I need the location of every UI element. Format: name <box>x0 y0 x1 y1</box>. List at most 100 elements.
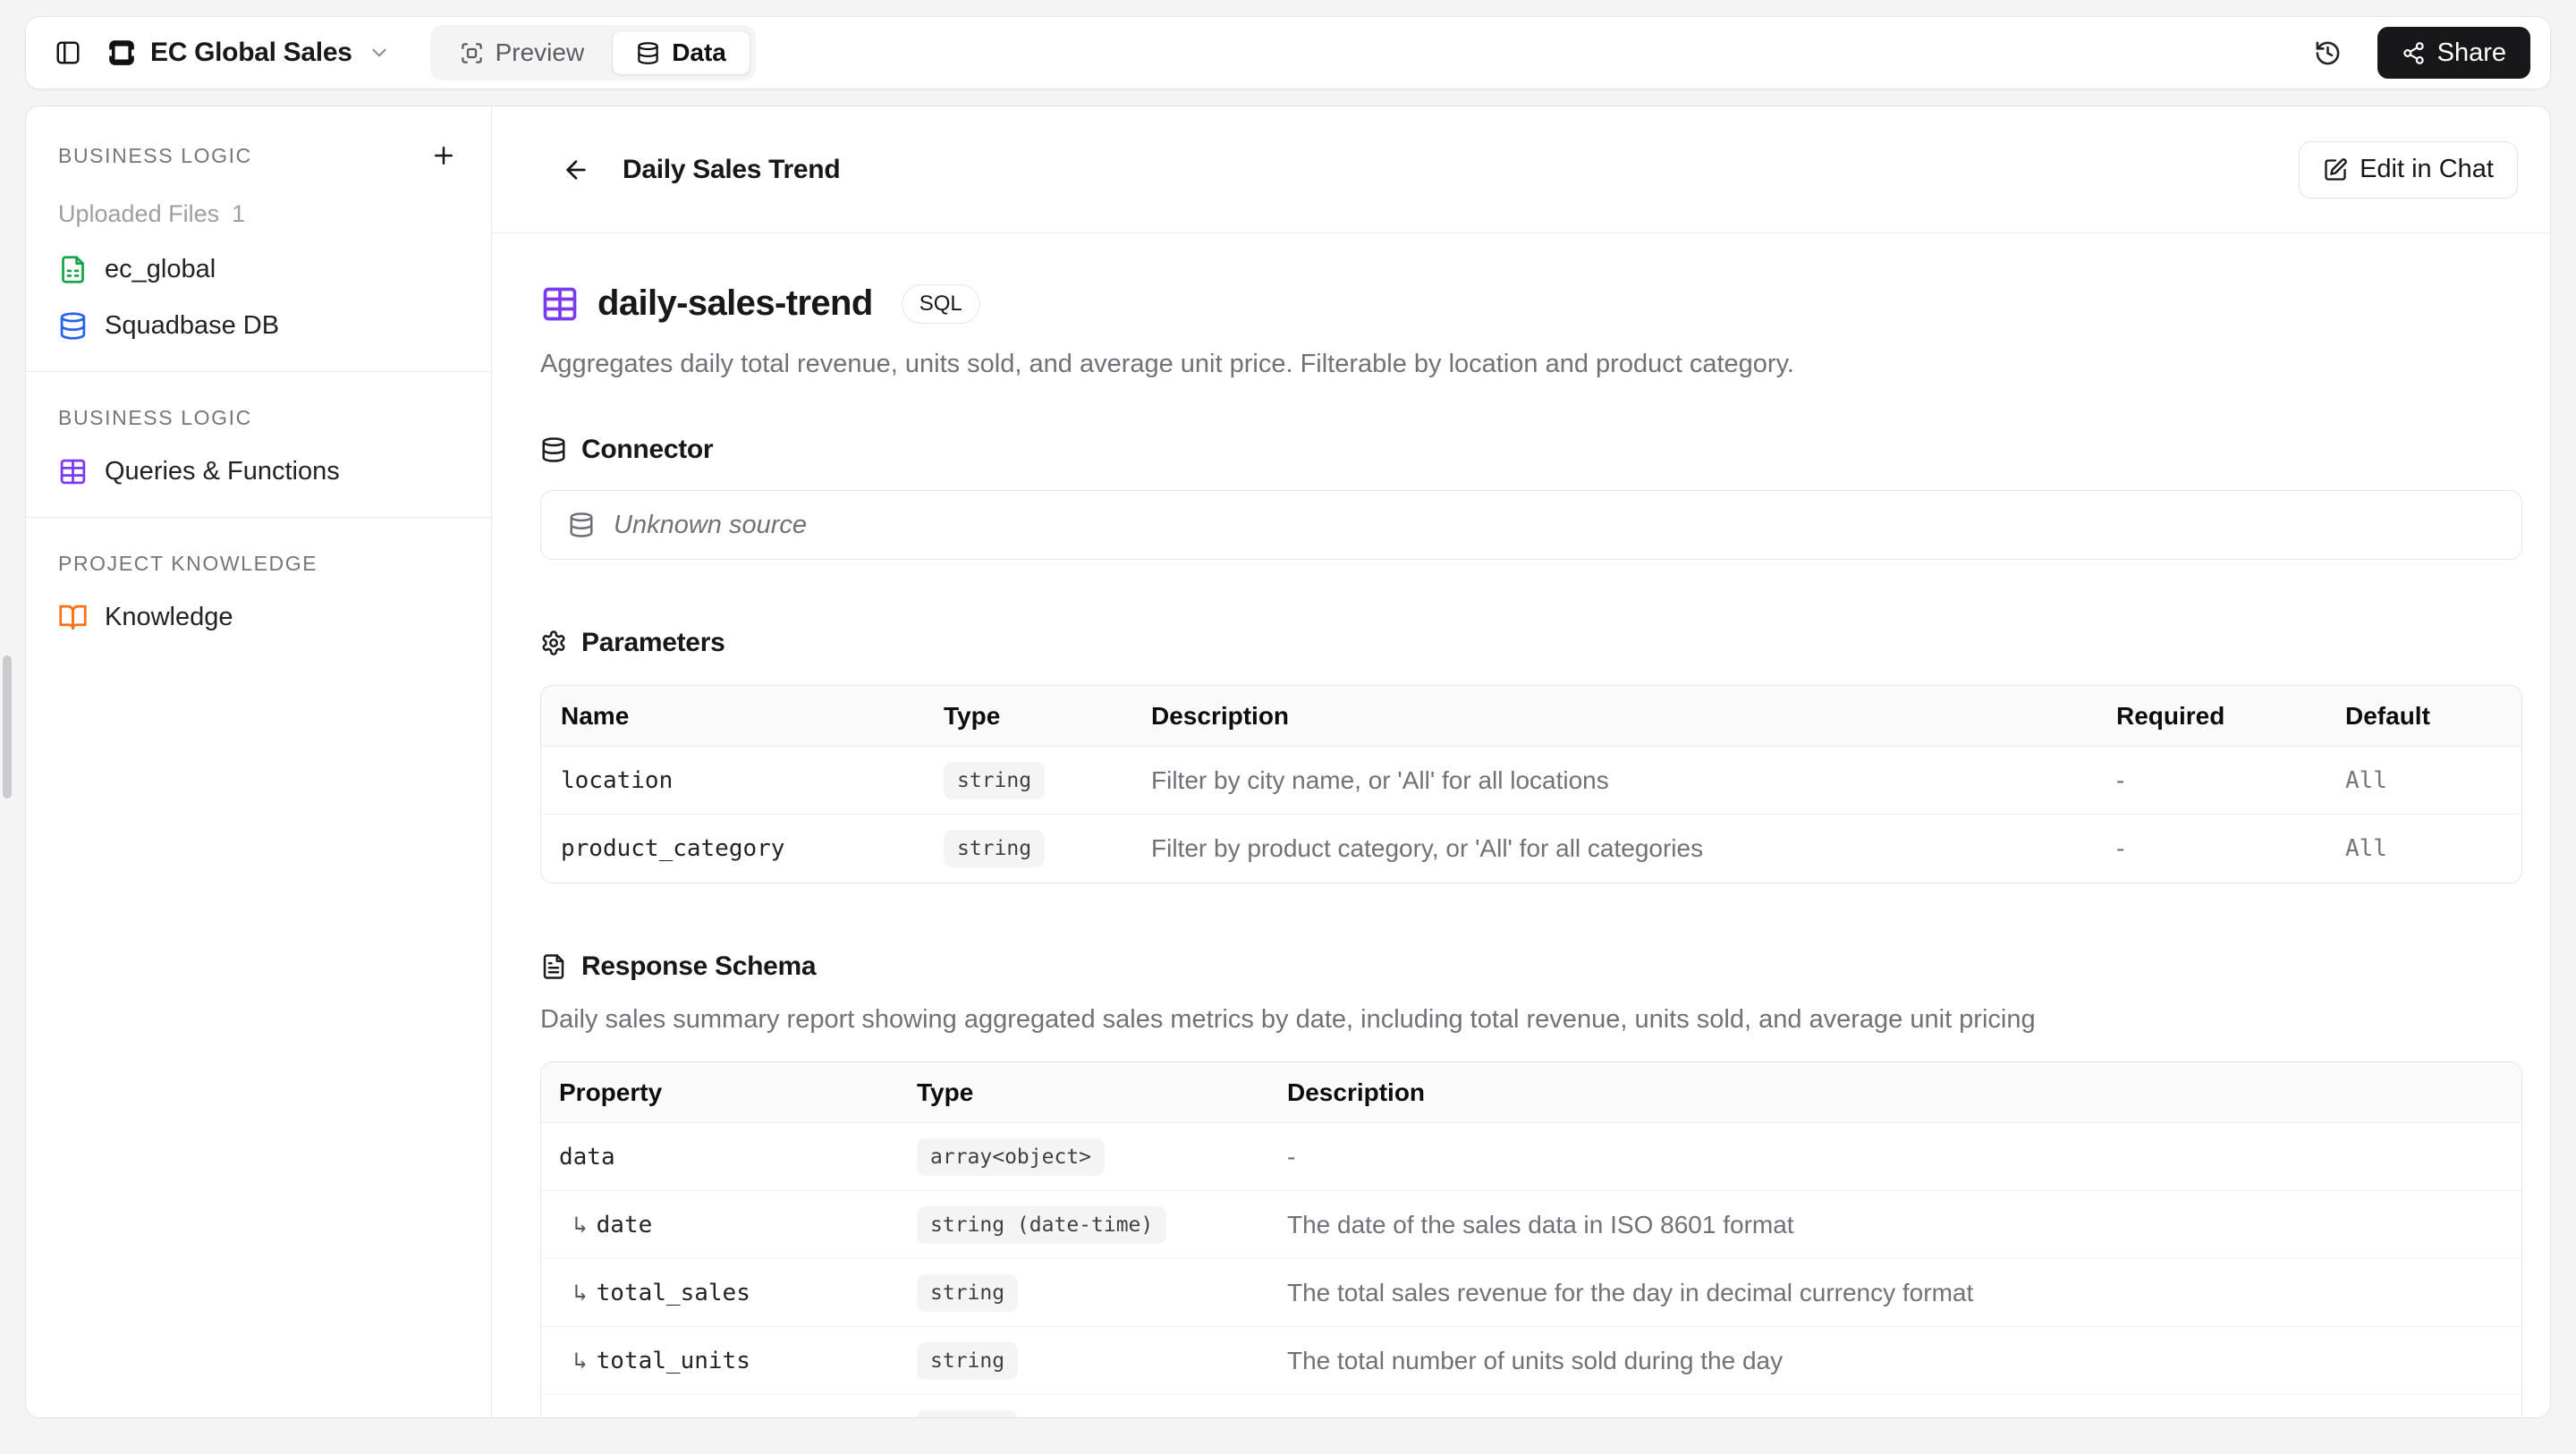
page-scrollbar[interactable] <box>3 655 12 799</box>
sidebar-section-data-sources: BUSINESS LOGIC Uploaded Files 1 ec_globa… <box>26 106 491 371</box>
response-schema-title: Response Schema <box>581 951 817 981</box>
nested-arrow-icon: ↳ <box>573 1211 588 1238</box>
response-schema-description: Daily sales summary report showing aggre… <box>540 1005 2036 1034</box>
share-button-label: Share <box>2436 38 2506 67</box>
tab-preview[interactable]: Preview <box>436 30 609 75</box>
response-schema-table-header: Property Type Description <box>541 1062 2521 1123</box>
sidebar-toggle-button[interactable] <box>49 34 87 72</box>
history-icon <box>2314 39 2342 67</box>
param-type-cell: string <box>944 761 1151 799</box>
sidebar-section-project-knowledge: PROJECT KNOWLEDGE Knowledge <box>26 517 491 663</box>
share-button[interactable]: Share <box>2377 27 2530 79</box>
parameters-table-header: Name Type Description Required Default <box>541 686 2521 747</box>
nested-arrow-icon: ↳ <box>573 1347 588 1374</box>
nested-arrow-icon: ↳ <box>573 1279 588 1306</box>
response-schema-table: Property Type Description data array<obj… <box>540 1061 2522 1417</box>
schema-description: The average price per unit sold on the d… <box>1287 1415 2521 1417</box>
table-icon <box>540 284 580 324</box>
edit-in-chat-label: Edit in Chat <box>2360 155 2494 183</box>
section-title: BUSINESS LOGIC <box>58 143 252 167</box>
column-header: Description <box>1287 1078 1426 1106</box>
parameters-table: Name Type Description Required Default l… <box>540 685 2522 883</box>
content-card: BUSINESS LOGIC Uploaded Files 1 ec_globa… <box>25 106 2551 1418</box>
param-description: Filter by city name, or 'All' for all lo… <box>1151 765 1609 794</box>
gear-icon <box>540 630 567 656</box>
type-badge: string <box>917 1341 1019 1380</box>
schema-type-cell: string <box>917 1410 1287 1417</box>
query-description: Aggregates daily total revenue, units so… <box>540 350 1794 378</box>
column-header: Type <box>944 701 1001 730</box>
response-schema-heading: Response Schema <box>540 951 2522 982</box>
table-row: data array<object> - <box>541 1123 2521 1191</box>
plus-icon <box>430 142 457 169</box>
book-open-icon <box>58 603 88 632</box>
file-text-icon <box>540 953 567 980</box>
uploaded-files-count: 1 <box>232 200 246 227</box>
panel-left-icon <box>55 39 81 66</box>
uploaded-files-group[interactable]: Uploaded Files 1 <box>58 200 459 228</box>
table-row: product_category string Filter by produc… <box>541 815 2521 883</box>
tab-data[interactable]: Data <box>612 30 750 75</box>
schema-property: ↳avg_unit_price <box>559 1416 917 1417</box>
column-header: Description <box>1151 701 1290 730</box>
type-badge: string <box>944 830 1046 867</box>
nested-arrow-icon: ↳ <box>573 1416 588 1417</box>
section-title: PROJECT KNOWLEDGE <box>58 552 318 575</box>
tab-preview-label: Preview <box>495 38 585 66</box>
database-icon <box>636 41 660 65</box>
edit-in-chat-button[interactable]: Edit in Chat <box>2299 140 2518 199</box>
parameters-title: Parameters <box>581 628 725 657</box>
sidebar-item-ec-global[interactable]: ec_global <box>58 255 459 284</box>
scan-icon <box>460 41 484 65</box>
connector-placeholder: Unknown source <box>614 510 807 539</box>
tab-data-label: Data <box>672 38 726 66</box>
schema-description: The total number of units sold during th… <box>1287 1346 1784 1374</box>
sidebar-item-label: ec_global <box>105 255 216 283</box>
schema-description: The date of the sales data in ISO 8601 f… <box>1287 1210 1794 1238</box>
connector-title: Connector <box>581 435 714 464</box>
project-switcher[interactable]: EC Global Sales <box>106 38 391 68</box>
parameters-heading: Parameters <box>540 628 2522 658</box>
sidebar-item-knowledge[interactable]: Knowledge <box>58 603 459 632</box>
share-icon <box>2402 41 2426 65</box>
schema-type-cell: string <box>917 1273 1287 1312</box>
back-button[interactable] <box>558 152 594 188</box>
column-header: Name <box>561 701 630 730</box>
uploaded-files-label: Uploaded Files <box>58 200 220 227</box>
table-row: ↳avg_unit_price string The average price… <box>541 1395 2521 1417</box>
square-pen-icon <box>2323 157 2348 182</box>
database-icon <box>568 511 595 538</box>
type-badge: array<object> <box>917 1137 1106 1176</box>
schema-property: ↳ total_sales <box>573 1279 750 1306</box>
schema-type-cell: array<object> <box>917 1137 1287 1176</box>
connector-select[interactable]: Unknown source <box>540 490 2522 560</box>
history-button[interactable] <box>2309 34 2347 72</box>
schema-description: The total sales revenue for the day in d… <box>1287 1278 1974 1306</box>
sql-badge: SQL <box>901 283 980 324</box>
main-header: Daily Sales Trend Edit in Chat <box>492 106 2550 233</box>
arrow-left-icon <box>562 156 590 184</box>
schema-property: data <box>559 1143 615 1171</box>
sidebar-item-squadbase-db[interactable]: Squadbase DB <box>58 311 459 341</box>
project-name: EC Global Sales <box>150 38 352 67</box>
table-row: location string Filter by city name, or … <box>541 747 2521 815</box>
column-header: Type <box>917 1078 974 1106</box>
sidebar-item-queries-functions[interactable]: Queries & Functions <box>58 457 459 486</box>
param-default: All <box>2345 766 2387 794</box>
schema-property: ↳ total_units <box>573 1347 750 1374</box>
table-row: ↳ date string (date-time) The date of the… <box>541 1191 2521 1259</box>
file-spreadsheet-icon <box>58 255 88 284</box>
type-badge: string <box>917 1410 1019 1417</box>
database-icon <box>540 436 567 463</box>
table-row: ↳ total_sales string The total sales reve… <box>541 1259 2521 1327</box>
type-badge: string (date-time) <box>917 1205 1167 1244</box>
sidebar-item-label: Knowledge <box>105 603 233 631</box>
chevron-down-icon <box>368 41 391 64</box>
column-header: Required <box>2116 701 2225 730</box>
view-mode-tabs: Preview Data <box>429 25 756 80</box>
add-data-source-button[interactable] <box>428 140 459 171</box>
section-title: BUSINESS LOGIC <box>58 406 252 429</box>
param-required: - <box>2116 765 2125 794</box>
schema-type-cell: string (date-time) <box>917 1205 1287 1244</box>
main-panel: Daily Sales Trend Edit in Chat daily-sal… <box>492 106 2550 1417</box>
